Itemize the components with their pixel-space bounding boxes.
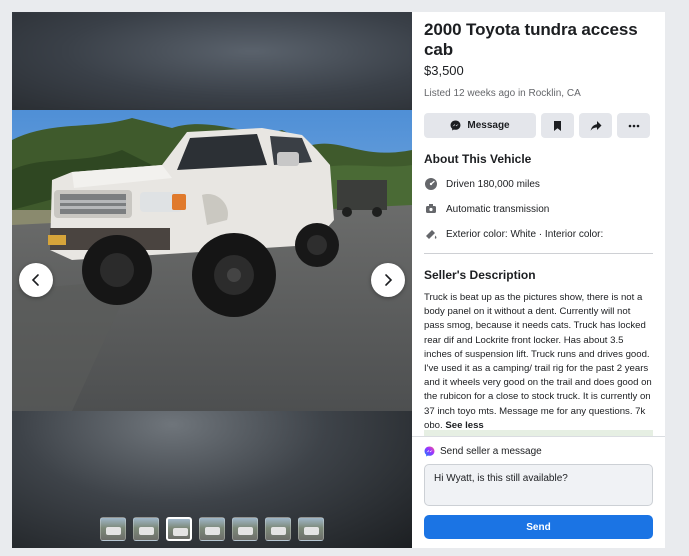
media-viewer [12, 12, 412, 548]
vehicle-photo[interactable] [12, 110, 412, 411]
chevron-right-icon [385, 274, 393, 286]
spec-transmission-text: Automatic transmission [446, 203, 550, 215]
chevron-left-icon [31, 274, 39, 286]
about-vehicle-heading: About This Vehicle [424, 152, 532, 166]
share-button[interactable] [579, 113, 612, 138]
thumbnail-active[interactable] [166, 517, 192, 541]
message-button[interactable]: Message [424, 113, 536, 138]
more-icon [628, 124, 639, 127]
thumbnail[interactable] [199, 517, 225, 541]
spec-mileage-text: Driven 180,000 miles [446, 178, 540, 190]
speedometer-icon [424, 177, 438, 191]
seller-description: Truck is beat up as the pictures show, t… [424, 291, 653, 433]
share-icon [590, 120, 601, 131]
messenger-icon [450, 120, 461, 131]
spec-color: Exterior color: White · Interior color: [424, 227, 653, 241]
spec-mileage: Driven 180,000 miles [424, 177, 653, 191]
message-input[interactable]: Hi Wyatt, is this still available? [424, 464, 653, 506]
send-message-heading: Send seller a message [440, 446, 542, 457]
send-message-header: Send seller a message [424, 446, 665, 457]
spec-transmission: Automatic transmission [424, 202, 653, 216]
action-bar: Message [424, 113, 653, 138]
more-options-button[interactable] [617, 113, 650, 138]
bookmark-icon [554, 120, 561, 131]
transmission-icon [424, 202, 438, 216]
listing-details-panel: 2000 Toyota tundra access cab $3,500 Lis… [412, 12, 665, 548]
save-button[interactable] [541, 113, 574, 138]
message-button-label: Message [467, 120, 510, 131]
spec-color-text: Exterior color: White · Interior color: [446, 228, 604, 240]
seller-description-text: Truck is beat up as the pictures show, t… [424, 292, 652, 431]
thumbnail[interactable] [265, 517, 291, 541]
thumbnail[interactable] [100, 517, 126, 541]
paint-icon [424, 227, 438, 241]
previous-photo-button[interactable] [19, 263, 53, 297]
thumbnail[interactable] [298, 517, 324, 541]
thumbnail-strip [100, 517, 324, 541]
seller-description-heading: Seller's Description [424, 268, 536, 282]
thumbnail[interactable] [232, 517, 258, 541]
next-photo-button[interactable] [371, 263, 405, 297]
listing-meta: Listed 12 weeks ago in Rocklin, CA [424, 88, 581, 99]
section-divider [424, 253, 653, 254]
messenger-icon [424, 446, 435, 457]
send-button[interactable]: Send [424, 515, 653, 539]
thumbnail[interactable] [133, 517, 159, 541]
listing-title: 2000 Toyota tundra access cab [424, 20, 638, 59]
listing-price: $3,500 [424, 63, 464, 78]
blurred-backdrop-top [12, 12, 412, 110]
listing-frame: 2000 Toyota tundra access cab $3,500 Lis… [12, 12, 665, 548]
send-message-box: Send seller a message Hi Wyatt, is this … [412, 436, 665, 548]
details-scroll-area[interactable]: 2000 Toyota tundra access cab $3,500 Lis… [424, 12, 653, 436]
